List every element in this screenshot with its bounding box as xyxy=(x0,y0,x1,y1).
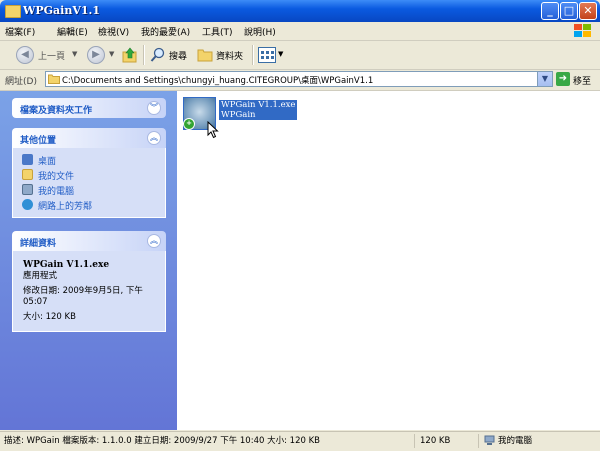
computer-icon xyxy=(484,435,495,445)
folders-icon[interactable] xyxy=(197,47,213,62)
minimize-button[interactable]: _ xyxy=(541,2,559,20)
link-desktop[interactable]: 桌面 xyxy=(13,152,165,167)
folder-icon xyxy=(5,5,21,18)
menu-help[interactable]: 說明(H) xyxy=(244,25,276,38)
folders-button-label[interactable]: 資料夾 xyxy=(216,49,243,62)
address-label: 網址(D) xyxy=(5,77,37,87)
title-bar[interactable]: WPGainV1.1 _ □ ✕ xyxy=(0,0,600,22)
details-file-type: 應用程式 xyxy=(23,271,58,281)
menu-tools[interactable]: 工具(T) xyxy=(202,25,233,38)
search-button-label[interactable]: 搜尋 xyxy=(169,49,187,62)
file-folder-tasks-panel: 檔案及資料夾工作 ︾ xyxy=(12,98,166,118)
panel-title: 詳細資料 xyxy=(20,239,57,249)
details-file-name: WPGain V1.1.exe xyxy=(23,260,110,270)
status-zone: 我的電腦 xyxy=(498,436,533,446)
panel-header[interactable]: 其他位置 ︽ xyxy=(12,128,166,148)
menu-view[interactable]: 檢視(V) xyxy=(98,25,129,38)
go-button-label[interactable]: 移至 xyxy=(573,74,591,87)
file-list-area[interactable]: + WPGain V1.1.exe WPGain xyxy=(177,91,600,430)
file-description: WPGain xyxy=(221,110,256,120)
back-icon[interactable]: ◀ xyxy=(16,46,34,64)
forward-dropdown-icon[interactable]: ▼ xyxy=(109,50,114,58)
panel-header[interactable]: 檔案及資料夾工作 ︾ xyxy=(12,98,166,118)
network-globe-icon xyxy=(22,199,33,210)
views-icon[interactable] xyxy=(258,47,276,63)
search-icon[interactable] xyxy=(150,47,166,63)
panel-body: WPGain V1.1.exe 應用程式 修改日期: 2009年9月5日, 下午… xyxy=(12,251,166,332)
status-description: 描述: WPGain 檔案版本: 1.1.0.0 建立日期: 2009/9/27… xyxy=(4,434,415,448)
file-name: WPGain V1.1.exe xyxy=(221,100,296,110)
back-button-label[interactable]: 上一頁 xyxy=(38,49,65,62)
toolbar: ◀ 上一頁 ▼ ▶ ▼ 搜尋 資料夾 ▼ xyxy=(0,41,600,70)
panel-title: 檔案及資料夾工作 xyxy=(20,106,93,116)
panel-header[interactable]: 詳細資料 ︽ xyxy=(12,231,166,251)
file-label[interactable]: WPGain V1.1.exe WPGain xyxy=(219,100,298,120)
address-dropdown-icon[interactable]: ▼ xyxy=(537,72,552,86)
link-network-places[interactable]: 網路上的芳鄰 xyxy=(13,197,165,212)
shortcut-badge-icon: + xyxy=(183,118,195,130)
status-bar: 描述: WPGain 檔案版本: 1.1.0.0 建立日期: 2009/9/27… xyxy=(0,431,600,451)
link-label[interactable]: 我的電腦 xyxy=(38,184,74,197)
other-places-panel: 其他位置 ︽ 桌面 我的文件 我的電腦 網路上的芳鄰 xyxy=(12,128,166,218)
link-my-computer[interactable]: 我的電腦 xyxy=(13,182,165,197)
chevron-up-icon[interactable]: ︽ xyxy=(147,131,161,145)
views-dropdown-icon[interactable]: ▼ xyxy=(278,50,283,58)
folder-icon xyxy=(48,74,60,84)
computer-icon xyxy=(22,184,33,195)
maximize-button[interactable]: □ xyxy=(560,2,578,20)
link-label[interactable]: 網路上的芳鄰 xyxy=(38,199,92,212)
windows-logo-icon xyxy=(574,24,591,37)
details-size: 大小: 120 KB xyxy=(23,312,76,322)
window-title: WPGainV1.1 xyxy=(23,4,100,17)
mouse-cursor-icon xyxy=(207,121,219,139)
link-my-documents[interactable]: 我的文件 xyxy=(13,167,165,182)
chevron-up-icon[interactable]: ︽ xyxy=(147,234,161,248)
close-button[interactable]: ✕ xyxy=(579,2,597,20)
back-dropdown-icon[interactable]: ▼ xyxy=(72,50,77,58)
address-path: C:\Documents and Settings\chungyi_huang.… xyxy=(62,76,374,86)
forward-icon[interactable]: ▶ xyxy=(87,46,105,64)
up-folder-icon[interactable] xyxy=(122,46,138,64)
toolbar-separator xyxy=(252,45,254,65)
details-panel: 詳細資料 ︽ WPGain V1.1.exe 應用程式 修改日期: 2009年9… xyxy=(12,231,166,332)
task-pane: 檔案及資料夾工作 ︾ 其他位置 ︽ 桌面 我的文件 我的電腦 網路上的芳鄰 詳細… xyxy=(0,91,177,430)
menu-edit[interactable]: 編輯(E) xyxy=(57,25,88,38)
link-label[interactable]: 桌面 xyxy=(38,154,56,167)
toolbar-separator xyxy=(143,45,145,65)
menu-file[interactable]: 檔案(F) xyxy=(5,25,35,38)
menu-bar: 檔案(F) 編輯(E) 檢視(V) 我的最愛(A) 工具(T) 說明(H) xyxy=(0,22,600,41)
documents-folder-icon xyxy=(22,169,33,180)
go-arrow-icon[interactable]: ➜ xyxy=(556,72,570,86)
panel-title: 其他位置 xyxy=(20,136,57,146)
desktop-icon xyxy=(22,154,33,165)
status-size: 120 KB xyxy=(420,434,479,448)
link-label[interactable]: 我的文件 xyxy=(38,169,74,182)
menu-favorites[interactable]: 我的最愛(A) xyxy=(141,25,190,38)
panel-body: 桌面 我的文件 我的電腦 網路上的芳鄰 xyxy=(12,148,166,218)
chevron-down-icon[interactable]: ︾ xyxy=(147,101,161,115)
address-input[interactable]: C:\Documents and Settings\chungyi_huang.… xyxy=(45,71,553,87)
details-modified-date: 修改日期: 2009年9月5日, 下午 05:07 xyxy=(23,286,143,307)
address-bar: 網址(D) C:\Documents and Settings\chungyi_… xyxy=(0,70,600,91)
